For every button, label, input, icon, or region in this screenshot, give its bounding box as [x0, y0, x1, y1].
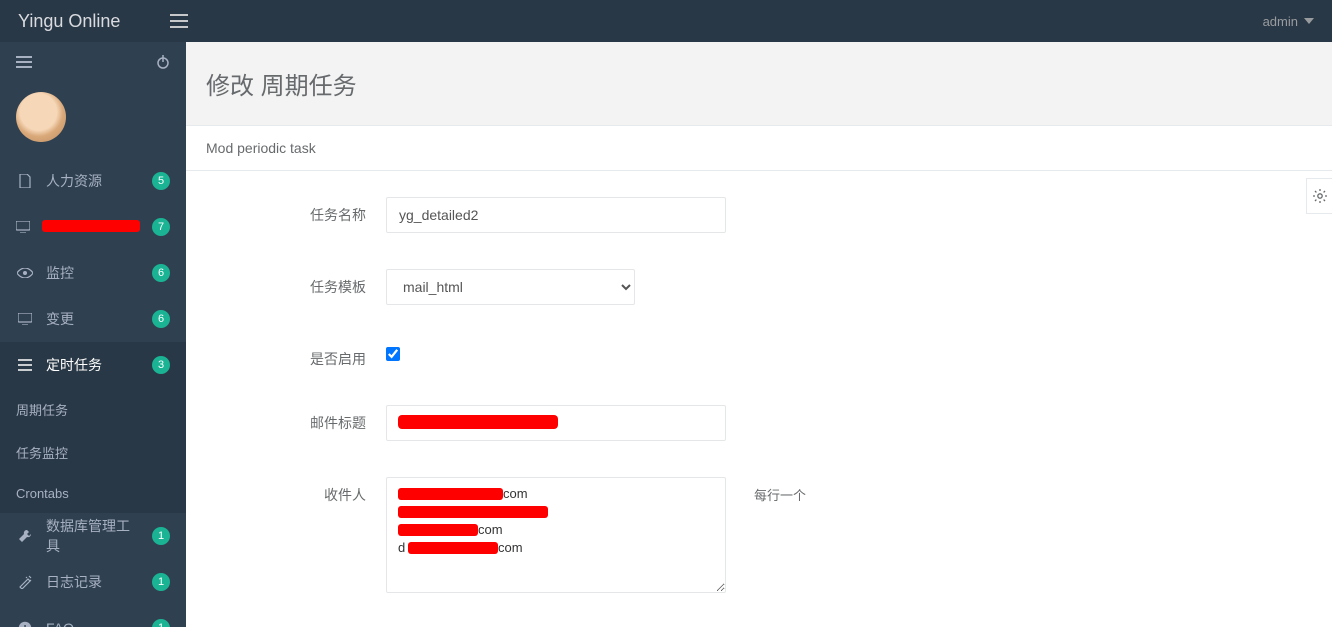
user-menu[interactable]: admin: [1263, 14, 1314, 29]
sidebar-subitem-periodic[interactable]: 周期任务: [0, 388, 186, 431]
sidebar-item-change[interactable]: 变更 6: [0, 296, 186, 342]
power-icon[interactable]: [156, 55, 170, 69]
row-task-name: 任务名称: [206, 197, 1312, 233]
panel: Mod periodic task 任务名称 任务模板 mail_html 是否…: [186, 125, 1332, 627]
row-enabled: 是否启用: [206, 341, 1312, 369]
label-task-name: 任务名称: [206, 197, 386, 225]
sidebar-item-label: 日志记录: [46, 572, 140, 592]
hamburger-icon[interactable]: [170, 14, 188, 28]
label-template: 任务模板: [206, 269, 386, 297]
row-template: 任务模板 mail_html: [206, 269, 1312, 305]
sidebar-item-label: FAQ: [46, 620, 140, 627]
sidebar-item-label: 监控: [46, 263, 140, 283]
sidebar-badge: 3: [152, 356, 170, 374]
sidebar-badge: 1: [152, 573, 170, 591]
sidebar-item-db[interactable]: 数据库管理工具 1: [0, 513, 186, 559]
chevron-down-icon: [1304, 18, 1314, 24]
file-icon: [16, 174, 34, 188]
info-icon: !: [16, 621, 34, 627]
sidebar-item-label: [42, 219, 140, 235]
list-icon: [16, 359, 34, 371]
label-enabled: 是否启用: [206, 341, 386, 369]
label-recipients: 收件人: [206, 477, 386, 505]
settings-tab[interactable]: [1306, 178, 1332, 214]
main-content: 修改 周期任务 Mod periodic task 任务名称 任务模板 mail…: [186, 42, 1332, 627]
sidebar-badge: 6: [152, 310, 170, 328]
eye-icon: [16, 268, 34, 278]
task-name-input[interactable]: [386, 197, 726, 233]
sidebar-item-log[interactable]: 日志记录 1: [0, 559, 186, 605]
topbar: Yingu Online admin: [0, 0, 1332, 42]
label-subject: 邮件标题: [206, 405, 386, 433]
sidebar-badge: 7: [152, 218, 170, 236]
sidebar-item-label: 变更: [46, 309, 140, 329]
avatar[interactable]: [0, 82, 186, 158]
sidebar-item-label: 人力资源: [46, 171, 140, 191]
sidebar: 人力资源 5 7 监控 6 变更 6 定时任务 3 周期任务 任务监控 Cron…: [0, 42, 186, 627]
sidebar-item-monitor[interactable]: 监控 6: [0, 250, 186, 296]
sidebar-hamburger-icon[interactable]: [16, 56, 32, 68]
sidebar-subitem-taskmonitor[interactable]: 任务监控: [0, 431, 186, 474]
panel-header: Mod periodic task: [186, 126, 1332, 171]
sidebar-badge: 5: [152, 172, 170, 190]
brand-title[interactable]: Yingu Online: [18, 11, 120, 32]
monitor-icon: [16, 221, 30, 233]
sidebar-subitem-crontabs[interactable]: Crontabs: [0, 474, 186, 513]
enabled-checkbox[interactable]: [386, 347, 400, 361]
sidebar-badge: 1: [152, 527, 170, 545]
help-recipients: 每行一个: [726, 477, 806, 504]
template-select[interactable]: mail_html: [386, 269, 635, 305]
wand-icon: [16, 575, 34, 589]
row-subject: 邮件标题: [206, 405, 1312, 441]
gear-icon: [1312, 188, 1328, 204]
sidebar-item-redacted[interactable]: 7: [0, 204, 186, 250]
sidebar-badge: 6: [152, 264, 170, 282]
sidebar-item-hr[interactable]: 人力资源 5: [0, 158, 186, 204]
monitor-icon: [16, 313, 34, 325]
redacted-text: [398, 415, 558, 429]
page-title: 修改 周期任务: [186, 42, 1332, 125]
wrench-icon: [16, 529, 34, 543]
user-name: admin: [1263, 14, 1298, 29]
sidebar-item-label: 定时任务: [46, 355, 140, 375]
sidebar-item-cron[interactable]: 定时任务 3: [0, 342, 186, 388]
sidebar-badge: 1: [152, 619, 170, 627]
sidebar-item-faq[interactable]: ! FAQ 1: [0, 605, 186, 627]
sidebar-item-label: 数据库管理工具: [46, 516, 140, 556]
redacted-text: [42, 220, 140, 232]
row-recipients: 收件人 com com dcom 每行一个: [206, 477, 1312, 596]
